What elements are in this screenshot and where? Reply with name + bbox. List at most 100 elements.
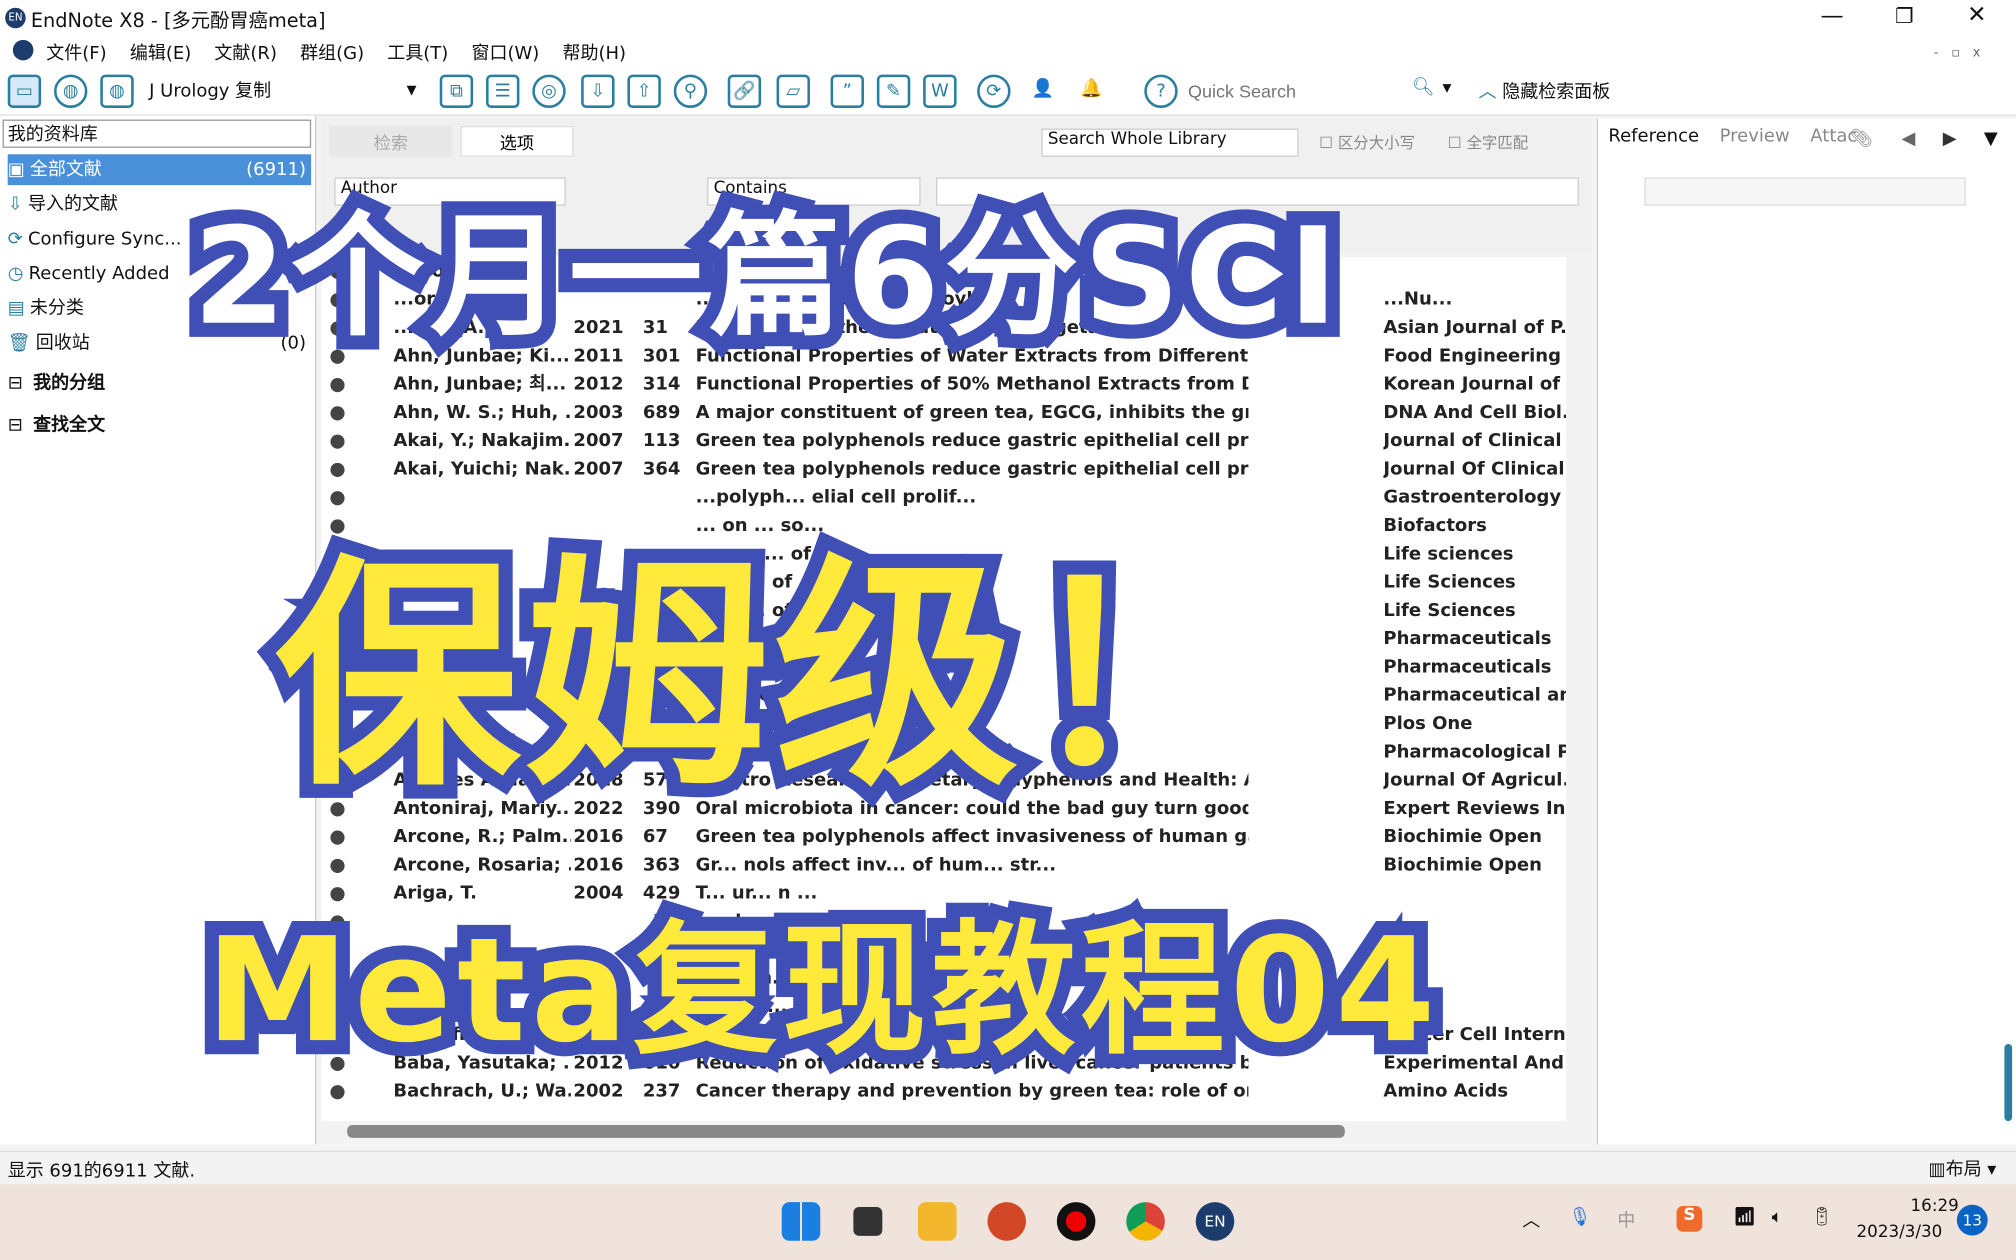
activity-icon[interactable]: 🔔 (1075, 75, 1108, 108)
table-row[interactable]: Ahn, W. S.; Huh, ... 2003 689 A major const… (321, 399, 1566, 427)
sidebar-group[interactable]: ⊟ 查找全文 (8, 410, 311, 441)
export-icon[interactable]: ⇧ (627, 74, 661, 108)
close-button[interactable]: ✕ (1967, 1, 1986, 28)
reference-type-select[interactable] (1644, 177, 1966, 206)
sidebar-item-label: 未分类 (29, 298, 84, 319)
quick-search-input[interactable] (1187, 77, 1407, 106)
clock-time[interactable]: 16:29 (1911, 1197, 1959, 1216)
online-search-icon[interactable]: ◍ (53, 74, 88, 108)
journal-cell: Life Sciences (1383, 600, 1516, 621)
find-pdf-icon[interactable]: ⚲ (673, 74, 708, 108)
chrome-icon[interactable] (1126, 1202, 1165, 1241)
journal-cell: Life sciences (1383, 543, 1514, 565)
sidebar-item-label: 全部文献 (29, 159, 102, 180)
edit-citation-icon[interactable]: ✎ (876, 74, 911, 108)
minimize-button[interactable]: — (1821, 3, 1844, 30)
task-view-icon[interactable] (853, 1206, 883, 1236)
wifi-icon[interactable]: 📶︎ (1733, 1207, 1756, 1228)
import-icon[interactable]: ⇩ (581, 74, 615, 108)
collapse-icon[interactable]: ⊟ (8, 373, 23, 394)
match-case-checkbox[interactable]: ☐ 区分大小写 (1319, 131, 1415, 153)
menu-item[interactable]: 文献(R) (214, 44, 277, 65)
sogou-icon[interactable]: S (1676, 1205, 1703, 1232)
title-cell: Green tea polyphenols reduce gastric epi… (695, 430, 1249, 452)
endnote-icon[interactable]: EN (1195, 1202, 1235, 1241)
insert-citation-icon[interactable]: ” (830, 74, 864, 108)
help-icon[interactable]: ? (1144, 74, 1178, 108)
hide-search-panel-button[interactable]: ︿ 隐藏检索面板 (1479, 78, 1611, 104)
volume-icon[interactable]: 🔈︎ (1772, 1207, 1783, 1228)
journal-cell: ...Nu... (1383, 289, 1453, 310)
title-cell: A major constituent of green tea, EGCG, … (695, 402, 1249, 423)
copy-formatted-icon[interactable]: ⧉ (439, 74, 474, 108)
journal-cell: Biofactors (1383, 515, 1487, 537)
ime-indicator[interactable]: 中 (1617, 1207, 1635, 1233)
clock-date[interactable]: 2023/3/30 (1857, 1223, 1943, 1242)
status-text: 显示 691的6911 文献. (7, 1160, 196, 1182)
read-status-icon (330, 830, 345, 845)
next-icon[interactable]: ▶ (1943, 129, 1957, 150)
table-row[interactable]: Ahn, Junbae; 최... 2012 314 Functional Prope… (321, 370, 1566, 398)
powerpoint-icon[interactable] (987, 1202, 1026, 1241)
author-cell: Ahn, Junbae; 최... (393, 374, 567, 395)
local-library-icon[interactable]: ▭ (7, 74, 42, 108)
vertical-scrollbar[interactable] (2004, 1043, 2013, 1122)
sidebar-group[interactable]: ⊟ 我的分组 (8, 368, 311, 399)
prev-icon[interactable]: ◀ (1902, 129, 1916, 150)
tab-preview[interactable]: Preview (1717, 123, 1792, 149)
read-status-icon (330, 434, 345, 449)
recorder-icon[interactable] (1056, 1202, 1096, 1241)
microphone-icon[interactable]: 🎙︎ (1569, 1207, 1592, 1228)
sidebar-item-label: 导入的文献 (27, 194, 118, 215)
paperclip-icon[interactable]: 📎︎ (1850, 129, 1873, 150)
share-icon[interactable]: 👤 (1026, 75, 1059, 108)
tray-chevron-icon[interactable]: ︿ (1522, 1207, 1540, 1233)
online-find-icon[interactable]: ◎ (532, 74, 566, 108)
sidebar-header: 我的资料库 (2, 119, 312, 148)
journal-cell: Journal Of Clinical .. (1383, 458, 1566, 480)
link-icon[interactable]: 🔗 (727, 74, 762, 108)
word-icon[interactable]: W (923, 74, 957, 108)
tab-reference[interactable]: Reference (1606, 123, 1702, 149)
unfiled-icon: ▤ (7, 298, 25, 319)
menu-icon[interactable]: ▼ (1984, 129, 1998, 150)
toolbar: ▭ ◍ ◍ J Urology 复制 ▼ ⧉ ☰ ◎ ⇩ ⇧ ⚲ 🔗 ▱ ” ✎ … (0, 66, 2016, 116)
mdi-controls[interactable]: - ▫ x (1934, 41, 1981, 60)
layout-button[interactable]: ▥布局 ▾ (1929, 1156, 1997, 1182)
notification-badge[interactable]: 13 (1956, 1204, 1988, 1236)
search-button[interactable]: 检索 (329, 125, 453, 157)
author-cell: Akai, Y.; Nakajim... (393, 430, 571, 452)
folder-icon[interactable]: ▱ (776, 74, 810, 108)
sync-icon[interactable]: ⟳ (977, 74, 1011, 108)
battery-icon[interactable]: 🔋︎ (1810, 1207, 1833, 1228)
horizontal-scrollbar[interactable] (347, 1124, 1345, 1138)
search-icon[interactable]: 🔍︎ (1412, 77, 1435, 98)
status-bar: 显示 691的6911 文献. ▥布局 ▾ (0, 1150, 2016, 1185)
author-cell: Ahn, W. S.; Huh, ... (393, 402, 571, 423)
menu-item[interactable]: 窗口(W) (471, 44, 539, 65)
journal-cell: Pharmaceuticals (1383, 628, 1552, 650)
restore-button[interactable]: ❐ (1895, 4, 1913, 28)
style-select[interactable]: J Urology 复制 ▼ (149, 77, 422, 105)
table-row[interactable]: Akai, Y.; Nakajim... 2007 113 Green tea pol… (321, 427, 1566, 455)
start-icon[interactable] (781, 1202, 821, 1241)
match-words-checkbox[interactable]: ☐ 全字匹配 (1448, 131, 1528, 153)
menu-item[interactable]: 帮助(H) (562, 44, 626, 65)
search-scope-select[interactable]: Search Whole Library (1041, 128, 1299, 157)
search-dropdown-icon[interactable]: ▼ (1443, 82, 1452, 95)
taskbar: EN ︿ 🎙︎ 中 S 📶︎ 🔈︎ 🔋︎ 16:29 2023/3/30 13 (0, 1184, 2016, 1260)
menu-item[interactable]: 工具(T) (387, 44, 448, 65)
overlay-title-line2: 保姆级！ (261, 521, 1282, 833)
menu-item[interactable]: 文件(F) (46, 44, 106, 65)
collapse-icon[interactable]: ⊟ (8, 415, 23, 436)
new-reference-icon[interactable]: ☰ (485, 74, 520, 108)
menu-item[interactable]: 群组(G) (300, 44, 364, 65)
integrated-library-icon[interactable]: ◍ (100, 74, 134, 108)
options-button[interactable]: 选项 (460, 125, 574, 157)
group-label: 查找全文 (33, 415, 106, 436)
journal-cell: Food Engineering ... (1383, 345, 1566, 367)
menu-item[interactable]: 编辑(E) (130, 44, 191, 65)
file-explorer-icon[interactable] (917, 1202, 957, 1241)
read-status-icon (330, 377, 345, 393)
library-icon: ▣ (7, 159, 25, 180)
